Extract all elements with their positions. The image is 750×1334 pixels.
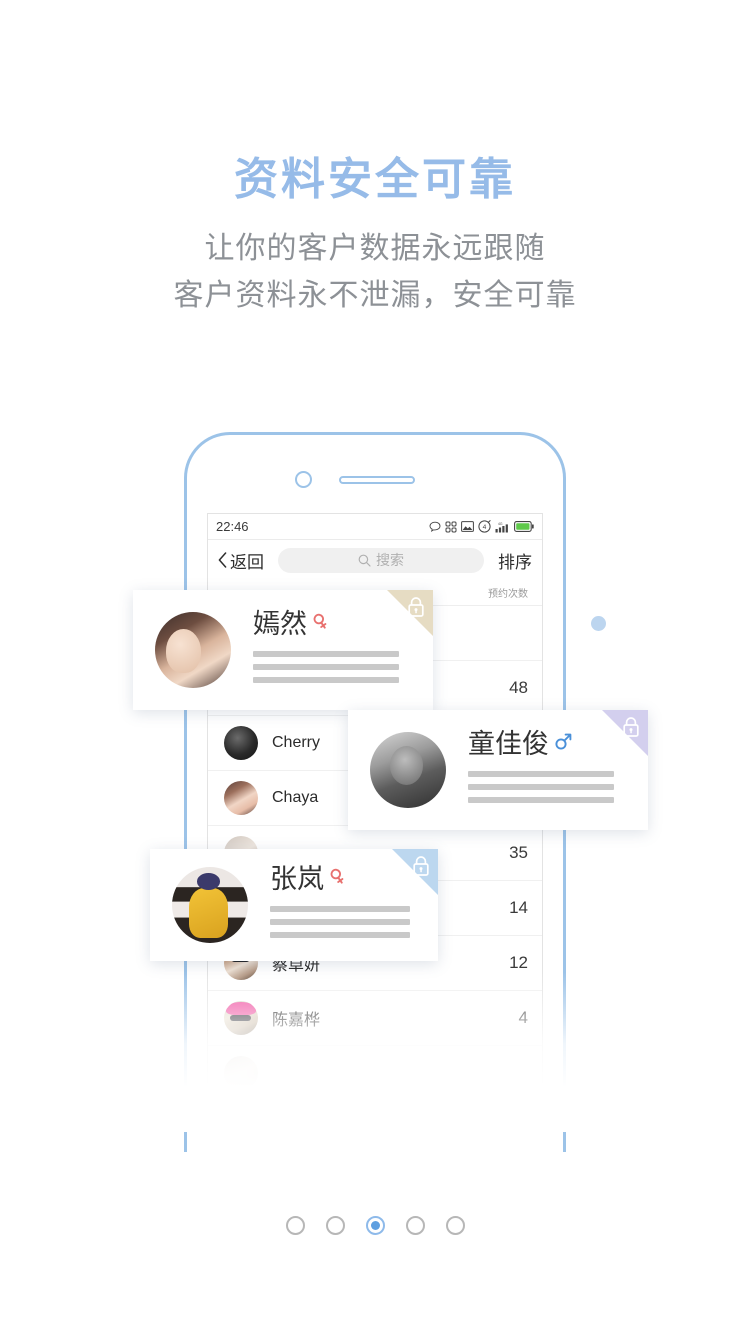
back-button[interactable]: 返回 <box>218 548 264 573</box>
4g-network-icon: 4 <box>478 520 491 533</box>
subtitle-line-2: 客户资料永不泄漏，安全可靠 <box>173 279 577 312</box>
qr-grid-icon <box>445 521 457 532</box>
status-time: 22:46 <box>216 519 249 534</box>
lock-icon <box>412 855 430 882</box>
back-label: 返回 <box>230 552 264 572</box>
table-row[interactable]: 陈嘉桦 4 <box>208 991 542 1046</box>
search-icon <box>358 554 371 567</box>
signal-bars-icon: 4G <box>495 522 508 532</box>
table-row[interactable] <box>208 1046 542 1094</box>
svg-text:4: 4 <box>483 524 487 531</box>
pagination-dots <box>0 1216 750 1235</box>
sort-button[interactable]: 排序 <box>498 548 532 573</box>
page-dot-3[interactable] <box>365 1216 385 1235</box>
page-dot-1[interactable] <box>285 1216 305 1235</box>
search-input[interactable]: 搜索 <box>278 547 484 573</box>
chevron-left-icon <box>218 552 227 568</box>
profile-card-yanran[interactable]: 嫣然 <box>133 590 433 710</box>
page-title: 资料安全可靠 <box>234 155 516 204</box>
profile-card-zhanglan[interactable]: 张岚 <box>150 849 438 961</box>
page-dot-5[interactable] <box>445 1216 465 1235</box>
female-symbol-icon <box>312 612 329 636</box>
promo-slide: 资料安全可靠 让你的客户数据永远跟随 客户资料永不泄漏，安全可靠 22:46 4… <box>0 0 750 1334</box>
status-bar: 22:46 4 4G <box>208 514 542 540</box>
avatar <box>172 867 248 943</box>
avatar <box>224 1001 258 1035</box>
profile-detail-placeholder <box>270 905 410 938</box>
search-placeholder: 搜索 <box>376 552 404 568</box>
row-count: 4 <box>518 1008 528 1027</box>
male-symbol-icon <box>554 732 572 756</box>
page-dot-4[interactable] <box>405 1216 425 1235</box>
avatar <box>224 726 258 760</box>
battery-icon <box>514 521 534 532</box>
row-count: 35 <box>509 843 528 862</box>
lock-icon <box>407 596 425 623</box>
profile-name: 嫣然 <box>253 608 307 639</box>
profile-card-tongjiajun[interactable]: 童佳俊 <box>348 710 648 830</box>
avatar <box>224 781 258 815</box>
status-icon-group: 4 4G <box>429 520 534 533</box>
lock-icon <box>622 716 640 743</box>
avatar <box>224 1056 258 1090</box>
subtitle-line-1: 让你的客户数据永远跟随 <box>204 232 546 265</box>
nav-bar: 返回 搜索 排序 <box>208 540 542 580</box>
female-symbol-icon <box>329 867 346 891</box>
svg-text:4G: 4G <box>498 522 503 526</box>
row-count: 14 <box>509 898 528 917</box>
message-bubble-icon <box>429 521 441 532</box>
row-count: 48 <box>509 678 528 697</box>
profile-detail-placeholder <box>468 770 614 803</box>
row-count: 12 <box>509 953 528 972</box>
avatar <box>370 732 446 808</box>
profile-detail-placeholder <box>253 650 399 683</box>
page-subtitle: 让你的客户数据永远跟随 客户资料永不泄漏，安全可靠 <box>0 225 750 319</box>
profile-name: 张岚 <box>270 863 324 894</box>
earpiece-speaker <box>339 476 415 484</box>
photo-icon <box>461 521 474 532</box>
page-dot-2[interactable] <box>325 1216 345 1235</box>
row-name: 陈嘉桦 <box>272 1012 321 1029</box>
profile-name: 童佳俊 <box>468 728 549 759</box>
front-camera-icon <box>295 471 312 488</box>
decorative-dot <box>591 616 606 631</box>
avatar <box>155 612 231 688</box>
